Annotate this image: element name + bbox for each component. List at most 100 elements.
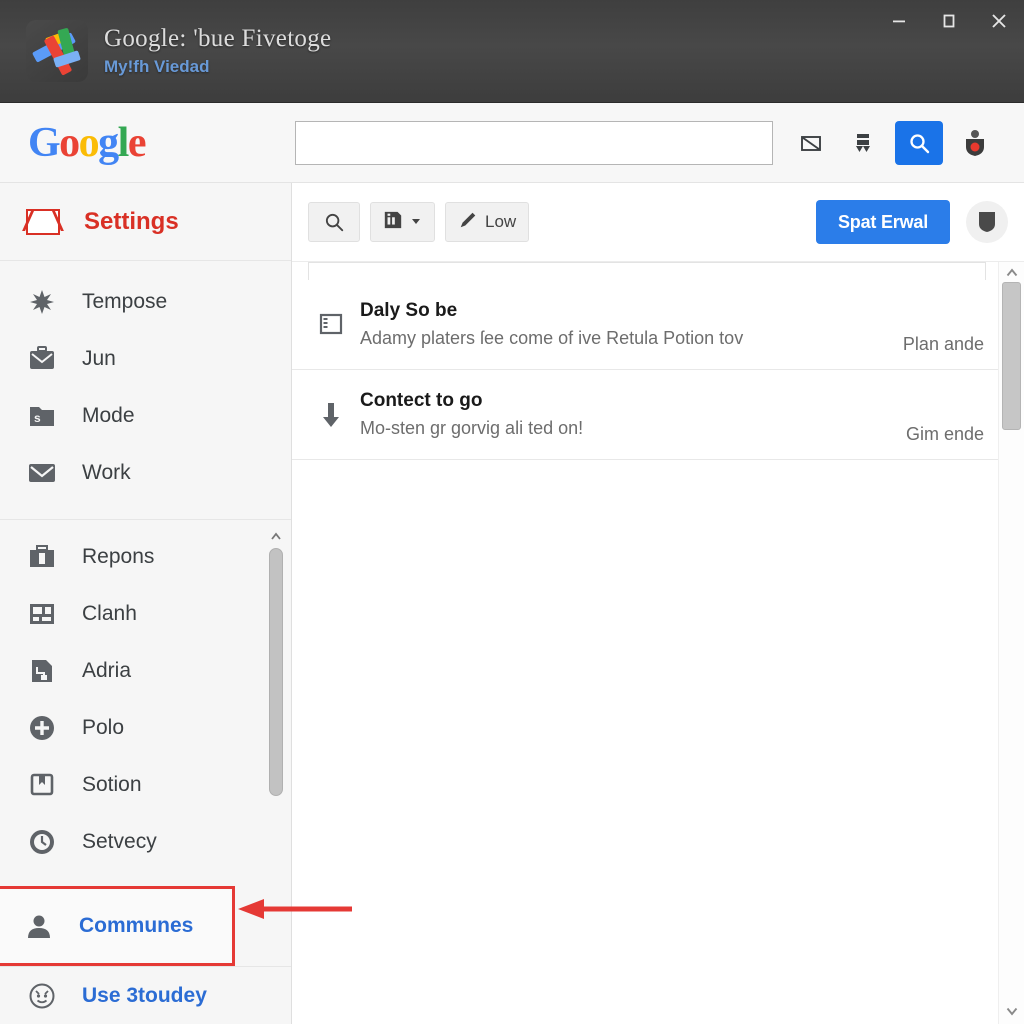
sidebar-scrollbar-thumb[interactable]: [269, 548, 283, 796]
shield-avatar-icon[interactable]: [966, 201, 1008, 243]
toolbar-card-dropdown[interactable]: [370, 202, 435, 242]
search-box[interactable]: [295, 120, 773, 165]
face-circle-icon: [26, 980, 58, 1012]
chevron-up-icon[interactable]: [270, 530, 282, 542]
title-text-group: Google: 'bue Fivetoge My!fh Viedad: [104, 25, 331, 76]
mail-list-area: Daly So be Adamy platers ſee come of ive…: [292, 262, 1024, 1024]
sidebar-item-use-3toudey[interactable]: Use 3toudey: [0, 967, 291, 1024]
sidebar-item-label: Clanh: [82, 601, 137, 625]
sidebar-item-repons[interactable]: Repons: [0, 528, 291, 585]
window-controls: [874, 0, 1024, 48]
caret-down-icon: [410, 212, 422, 232]
mail-text-group: Contect to go Mo-sten gr gorvig ali ted …: [354, 390, 886, 439]
table-row[interactable]: Contect to go Mo-sten gr gorvig ali ted …: [292, 370, 998, 460]
logo-letter-1: G: [28, 119, 61, 166]
primary-action-button[interactable]: Spat Erwal: [815, 200, 950, 244]
sidebar-scrollbar[interactable]: [269, 530, 283, 886]
mail-text-group: Daly So be Adamy platers ſee come of ive…: [354, 300, 883, 349]
google-logo: Google: [0, 119, 292, 167]
main-panel: Low Spat Erwal Daly So be Adamy platers …: [292, 183, 1024, 1024]
toolbar-search-button[interactable]: [308, 202, 360, 242]
document-flow-icon: [26, 655, 58, 687]
app-window: Google: 'bue Fivetoge My!fh Viedad Googl…: [0, 0, 1024, 1024]
download-arrow-icon: [308, 401, 354, 429]
logo-letter-5: l: [117, 119, 130, 166]
highlighted-nav-region: Communes: [0, 886, 235, 966]
window-subtitle: My!fh Viedad: [104, 57, 210, 77]
sidebar: Settings Tempose Jun s Mode Work Repons …: [0, 183, 292, 1024]
mail-list: Daly So be Adamy platers ſee come of ive…: [292, 262, 998, 1024]
content-scrollbar[interactable]: [998, 262, 1024, 1024]
app-body: Settings Tempose Jun s Mode Work Repons …: [0, 183, 1024, 1024]
title-bar: Google: 'bue Fivetoge My!fh Viedad: [0, 0, 1024, 103]
clock-icon: [26, 826, 58, 858]
sidebar-item-jun[interactable]: Jun: [0, 330, 291, 387]
search-icon[interactable]: [895, 120, 943, 165]
sidebar-item-setvecy[interactable]: Setvecy: [0, 813, 291, 870]
maximize-icon[interactable]: [924, 0, 974, 42]
logo-letter-2: o: [59, 119, 80, 166]
content-scrollbar-thumb[interactable]: [1002, 282, 1021, 430]
mail-subject: Contect to go: [360, 390, 483, 411]
sidebar-item-polo[interactable]: Polo: [0, 699, 291, 756]
logo-letter-3: o: [78, 119, 100, 166]
toolbox-icon: [26, 541, 58, 573]
toolbar-edit-label: Low: [485, 212, 517, 231]
mail-snippet: Mo-sten gr gorvig ali ted on!: [360, 418, 584, 438]
list-note-icon: [308, 311, 354, 339]
mail-meta: Plan ande: [902, 334, 984, 354]
sidebar-item-label: Work: [82, 460, 131, 484]
mail-snippet: Adamy platers ſee come of ive Retula Pot…: [360, 328, 744, 348]
sidebar-item-sotion[interactable]: Sotion: [0, 756, 291, 813]
search-header: Google: [0, 103, 1024, 183]
app-logo-icon: [26, 20, 88, 82]
sidebar-item-tempose[interactable]: Tempose: [0, 273, 291, 330]
partial-row-top: [308, 262, 986, 280]
sidebar-item-label: Tempose: [82, 289, 168, 313]
table-row[interactable]: Daly So be Adamy platers ſee come of ive…: [292, 280, 998, 370]
grid-photo-icon: [26, 598, 58, 630]
sidebar-item-adria[interactable]: Adria: [0, 642, 291, 699]
sidebar-group-bottom: Use 3toudey: [0, 966, 291, 1024]
briefcase-mail-icon: [26, 343, 58, 375]
sidebar-item-label: Adria: [82, 658, 132, 682]
account-shield-icon[interactable]: [955, 123, 995, 163]
window-title: Google: 'bue Fivetoge: [104, 25, 332, 53]
logo-letter-6: e: [127, 119, 147, 166]
sidebar-item-work[interactable]: Work: [0, 444, 291, 501]
minimize-icon[interactable]: [874, 0, 924, 42]
sidebar-item-label: Communes: [79, 914, 194, 937]
mail-icon[interactable]: [791, 123, 831, 163]
bookmark-box-icon: [26, 769, 58, 801]
chevron-down-icon[interactable]: [1005, 1004, 1019, 1018]
sidebar-item-label: Jun: [82, 346, 116, 370]
sidebar-item-label: Sotion: [82, 772, 142, 796]
folder-s-icon: s: [26, 400, 58, 432]
sidebar-item-label: Repons: [82, 544, 155, 568]
mail-meta: Gim ende: [905, 424, 984, 444]
sidebar-item-label: Use 3toudey: [82, 983, 207, 1007]
search-input[interactable]: [296, 121, 772, 164]
sparkle-icon: [26, 286, 58, 318]
content-toolbar: Low Spat Erwal: [292, 183, 1024, 262]
toolbar-edit-button[interactable]: Low: [445, 202, 530, 242]
pencil-icon: [458, 210, 478, 235]
sidebar-item-clanh[interactable]: Clanh: [0, 585, 291, 642]
sidebar-item-communes[interactable]: Communes: [0, 889, 232, 963]
sidebar-scroll-region: Repons Clanh Adria Polo Sotion Setvecy: [0, 520, 291, 886]
sidebar-item-label: Polo: [82, 715, 125, 739]
sidebar-group-top: Tempose Jun s Mode Work: [0, 261, 291, 520]
sidebar-brand[interactable]: Settings: [0, 183, 291, 261]
gmail-icon: [26, 208, 60, 235]
mail-subject: Daly So be: [360, 300, 458, 321]
svg-text:s: s: [34, 411, 41, 425]
envelope-icon: [26, 457, 58, 489]
archive-icon[interactable]: [843, 123, 883, 163]
sidebar-item-mode[interactable]: s Mode: [0, 387, 291, 444]
close-icon[interactable]: [974, 0, 1024, 42]
card-icon: [383, 210, 403, 235]
person-icon: [23, 910, 55, 942]
header-icon-group: [791, 120, 995, 165]
chevron-up-icon[interactable]: [1005, 266, 1019, 280]
logo-letter-4: g: [98, 119, 119, 166]
